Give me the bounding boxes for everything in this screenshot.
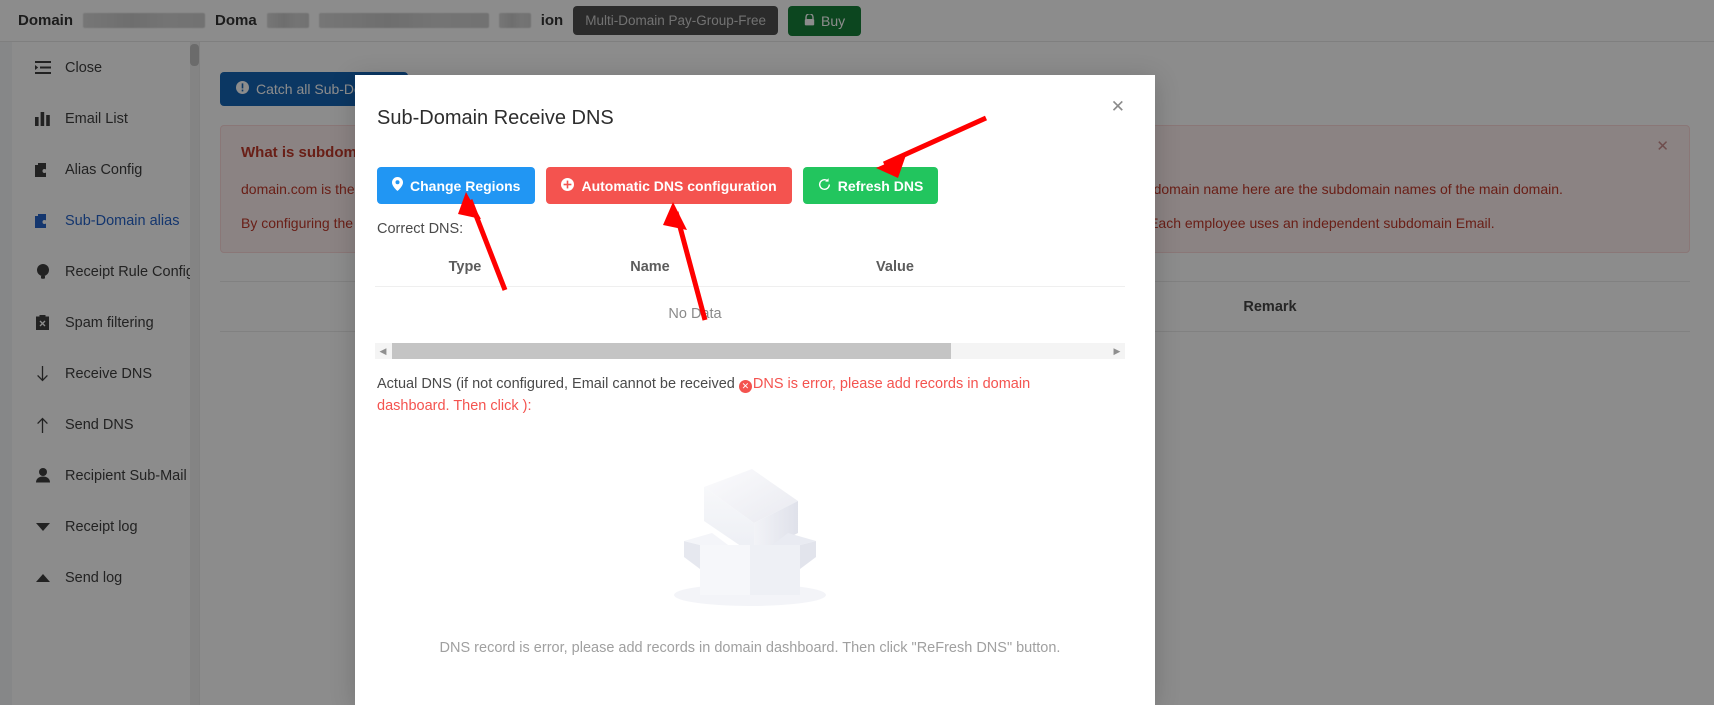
change-regions-label: Change Regions [410,177,521,194]
refresh-dns-button[interactable]: Refresh DNS [802,167,939,204]
plus-circle-icon [561,177,575,194]
refresh-dns-label: Refresh DNS [837,177,924,194]
correct-dns-table: Type Name Value No Data ◀ ▶ [375,247,1125,359]
modal-title: Sub-Domain Receive DNS [377,107,614,129]
refresh-icon [818,177,831,194]
modal-action-buttons: Change Regions Automatic DNS configurati… [375,167,1125,204]
automatic-dns-configuration-label: Automatic DNS configuration [581,177,777,194]
chevron-right-icon[interactable]: ▶ [1109,346,1125,357]
close-icon[interactable]: ✕ [1105,97,1131,116]
scrollbar-track[interactable] [392,343,1109,359]
actual-dns-label: Actual DNS (if not configured, Email can… [375,373,1075,417]
error-circle-icon: ✕ [738,380,752,393]
column-header-type: Type [448,258,482,275]
empty-box-icon [658,445,842,614]
column-header-name: Name [630,258,670,275]
empty-state-caption: DNS record is error, please add records … [439,640,1061,656]
column-header-value: Value [876,258,914,275]
automatic-dns-configuration-button[interactable]: Automatic DNS configuration [546,167,792,204]
correct-dns-label: Correct DNS: [377,221,464,237]
chevron-left-icon[interactable]: ◀ [375,346,391,357]
correct-dns-table-horizontal-scrollbar[interactable]: ◀ ▶ [375,343,1125,359]
change-regions-button[interactable]: Change Regions [377,167,536,204]
correct-dns-table-header: Type Name Value [375,247,1125,287]
actual-dns-suffix: ): [522,398,532,414]
sub-domain-receive-dns-modal: ✕ Sub-Domain Receive DNS Change Regions … [355,75,1155,705]
location-pin-icon [392,177,403,194]
actual-dns-prefix: Actual DNS (if not configured, Email can… [377,376,739,392]
scrollbar-thumb[interactable] [392,343,952,359]
actual-dns-empty-state: DNS record is error, please add records … [375,445,1125,656]
correct-dns-table-empty: No Data [668,306,722,322]
